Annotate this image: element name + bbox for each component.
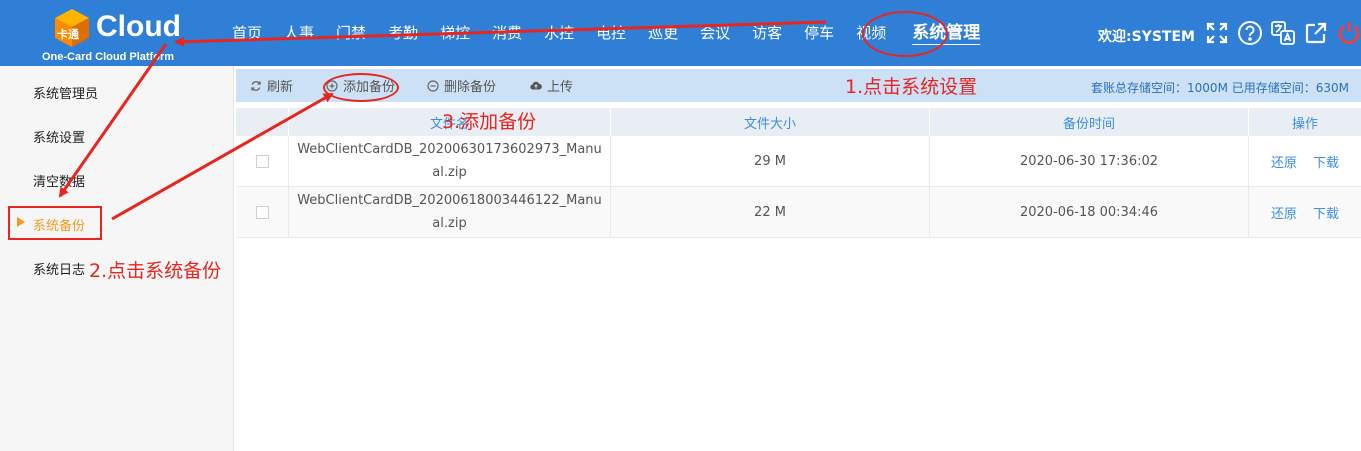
row-checkbox-cell <box>236 136 289 186</box>
nav-item-visitor[interactable]: 访客 <box>752 0 782 66</box>
annotation-step1: 1.点击系统设置 <box>845 76 978 98</box>
download-link[interactable]: 下载 <box>1313 152 1339 171</box>
restore-link[interactable]: 还原 <box>1271 152 1297 171</box>
nav-item-personnel[interactable]: 人事 <box>284 0 314 66</box>
download-link[interactable]: 下载 <box>1313 203 1339 222</box>
header-checkbox-col <box>236 108 289 136</box>
actions-cell: 还原 下载 <box>1249 187 1361 237</box>
sidebar-item-system-settings[interactable]: 系统设置 <box>33 127 85 146</box>
logo-subtitle: One-Card Cloud Platform <box>42 51 175 63</box>
logo-mark-text: 卡通 <box>57 27 79 41</box>
header-icons <box>1204 20 1361 46</box>
table-row: WebClientCardDB_20200618003446122_Manual… <box>236 187 1361 238</box>
external-link-icon[interactable] <box>1303 20 1329 46</box>
refresh-icon <box>251 80 261 91</box>
logo-text: Cloud <box>96 10 181 43</box>
welcome-text: 欢迎:SYSTEM <box>1098 29 1195 45</box>
annotation-box-system-backup <box>8 206 102 240</box>
header-filesize[interactable]: 文件大小 <box>611 108 930 136</box>
sidebar-item-clear-data[interactable]: 清空数据 <box>33 171 85 190</box>
storage-info: 套账总存储空间：1000M 已用存储空间：630M <box>1091 81 1349 95</box>
row-checkbox[interactable] <box>255 154 269 168</box>
sidebar-item-system-admin[interactable]: 系统管理员 <box>33 83 98 102</box>
header-actions: 操作 <box>1291 116 1318 132</box>
translate-icon[interactable] <box>1270 20 1296 46</box>
nav-item-power[interactable]: 电控 <box>596 0 626 66</box>
top-header: 卡通 Cloud One-Card Cloud Platform 首页 人事 门… <box>0 0 1361 66</box>
help-icon[interactable] <box>1237 20 1263 46</box>
logo: 卡通 Cloud One-Card Cloud Platform <box>40 6 200 64</box>
delete-backup-label: 删除备份 <box>444 80 497 95</box>
restore-link[interactable]: 还原 <box>1271 203 1297 222</box>
remove-circle-icon <box>427 79 439 92</box>
filesize-cell: 22 M <box>611 187 930 237</box>
filename-text: WebClientCardDB_20200630173602973_Manual… <box>297 142 602 180</box>
app-window: 卡通 Cloud One-Card Cloud Platform 首页 人事 门… <box>0 0 1361 451</box>
nav-item-home[interactable]: 首页 <box>232 0 262 66</box>
nav-item-access[interactable]: 门禁 <box>336 0 366 66</box>
upload-button[interactable]: 上传 <box>530 69 573 102</box>
refresh-label: 刷新 <box>267 80 294 95</box>
annotation-circle-add-backup <box>323 73 399 102</box>
delete-backup-button[interactable]: 删除备份 <box>427 69 496 102</box>
filename-cell: WebClientCardDB_20200618003446122_Manual… <box>289 187 611 237</box>
row-checkbox-cell <box>236 187 289 237</box>
nav-item-elevator[interactable]: 梯控 <box>440 0 470 66</box>
nav-item-parking[interactable]: 停车 <box>804 0 834 66</box>
backup-table: 文件名 文件大小 备份时间 操作 WebClientCardDB_2020063… <box>236 108 1361 238</box>
annotation-step3: 3.添加备份 <box>442 111 537 133</box>
sidebar-item-system-log[interactable]: 系统日志 <box>33 259 85 278</box>
annotation-step2: 2.点击系统备份 <box>89 260 222 282</box>
annotation-circle-system-management <box>862 11 948 57</box>
backup-time-cell: 2020-06-30 17:36:02 <box>930 136 1249 186</box>
nav-item-patrol[interactable]: 巡更 <box>648 0 678 66</box>
toolbar: 刷新 添加备份 删除备份 上传 套账总存储空间：1000M 已用存储空间：630… <box>236 69 1361 102</box>
nav-item-water[interactable]: 水控 <box>544 0 574 66</box>
nav-item-consumption[interactable]: 消费 <box>492 0 522 66</box>
actions-cell: 还原 下载 <box>1249 136 1361 186</box>
refresh-button[interactable]: 刷新 <box>250 69 293 102</box>
table-row: WebClientCardDB_20200630173602973_Manual… <box>236 136 1361 187</box>
nav-item-attendance[interactable]: 考勤 <box>388 0 418 66</box>
table-header: 文件名 文件大小 备份时间 操作 <box>236 108 1361 136</box>
filesize-cell: 29 M <box>611 136 930 186</box>
power-icon[interactable] <box>1336 20 1361 46</box>
logo-cube-icon: 卡通 <box>55 9 89 47</box>
cloud-upload-icon <box>530 81 542 90</box>
nav-item-meeting[interactable]: 会议 <box>700 0 730 66</box>
row-checkbox[interactable] <box>255 205 269 219</box>
fullscreen-icon[interactable] <box>1204 20 1230 46</box>
header-backup-time[interactable]: 备份时间 <box>930 108 1249 136</box>
filename-cell: WebClientCardDB_20200630173602973_Manual… <box>289 136 611 186</box>
upload-label: 上传 <box>547 80 574 95</box>
filename-text: WebClientCardDB_20200618003446122_Manual… <box>297 193 602 231</box>
backup-time-cell: 2020-06-18 00:34:46 <box>930 187 1249 237</box>
